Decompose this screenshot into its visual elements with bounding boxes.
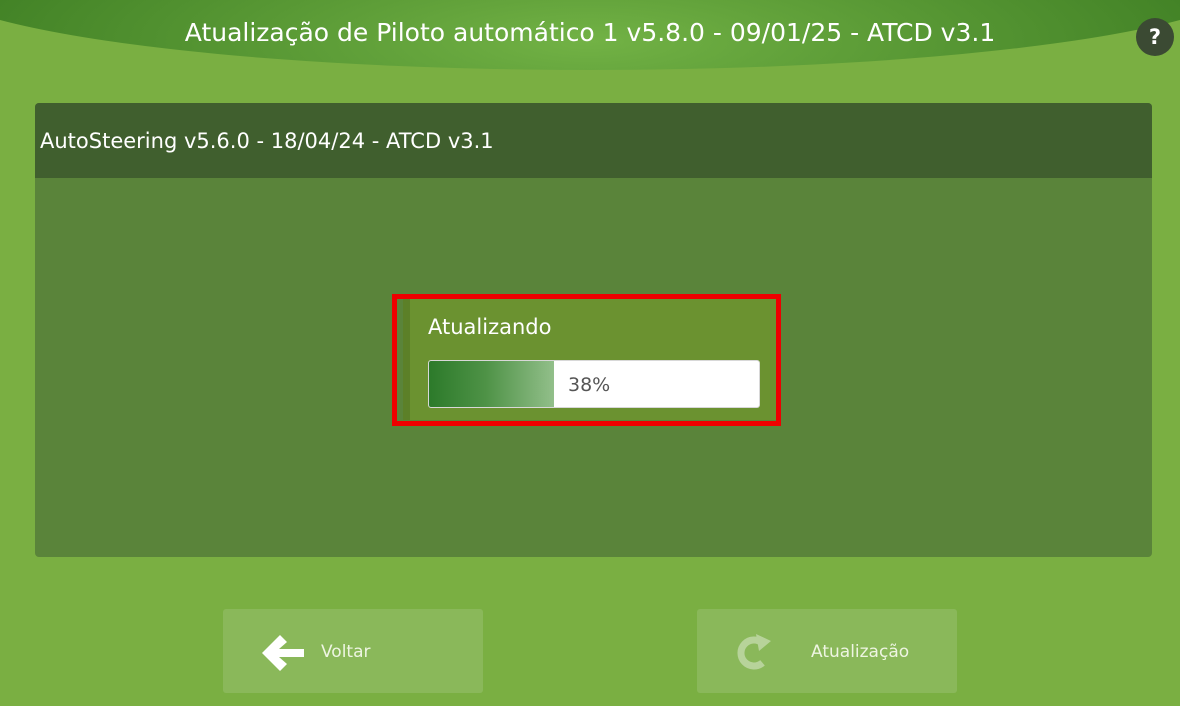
highlight-box [392,294,781,426]
update-button[interactable]: Atualização [697,609,957,693]
back-button-label: Voltar [321,642,371,662]
header-bar: Atualização de Piloto automático 1 v5.8.… [0,0,1180,72]
help-button[interactable]: ? [1136,18,1174,56]
panel-header: AutoSteering v5.6.0 - 18/04/24 - ATCD v3… [35,103,1152,178]
refresh-icon [737,634,771,670]
update-button-label: Atualização [811,642,910,662]
arrow-left-icon [262,635,304,671]
page-title: Atualização de Piloto automático 1 v5.8.… [184,18,996,47]
back-button[interactable]: Voltar [223,609,483,693]
panel-title: AutoSteering v5.6.0 - 18/04/24 - ATCD v3… [40,129,494,153]
